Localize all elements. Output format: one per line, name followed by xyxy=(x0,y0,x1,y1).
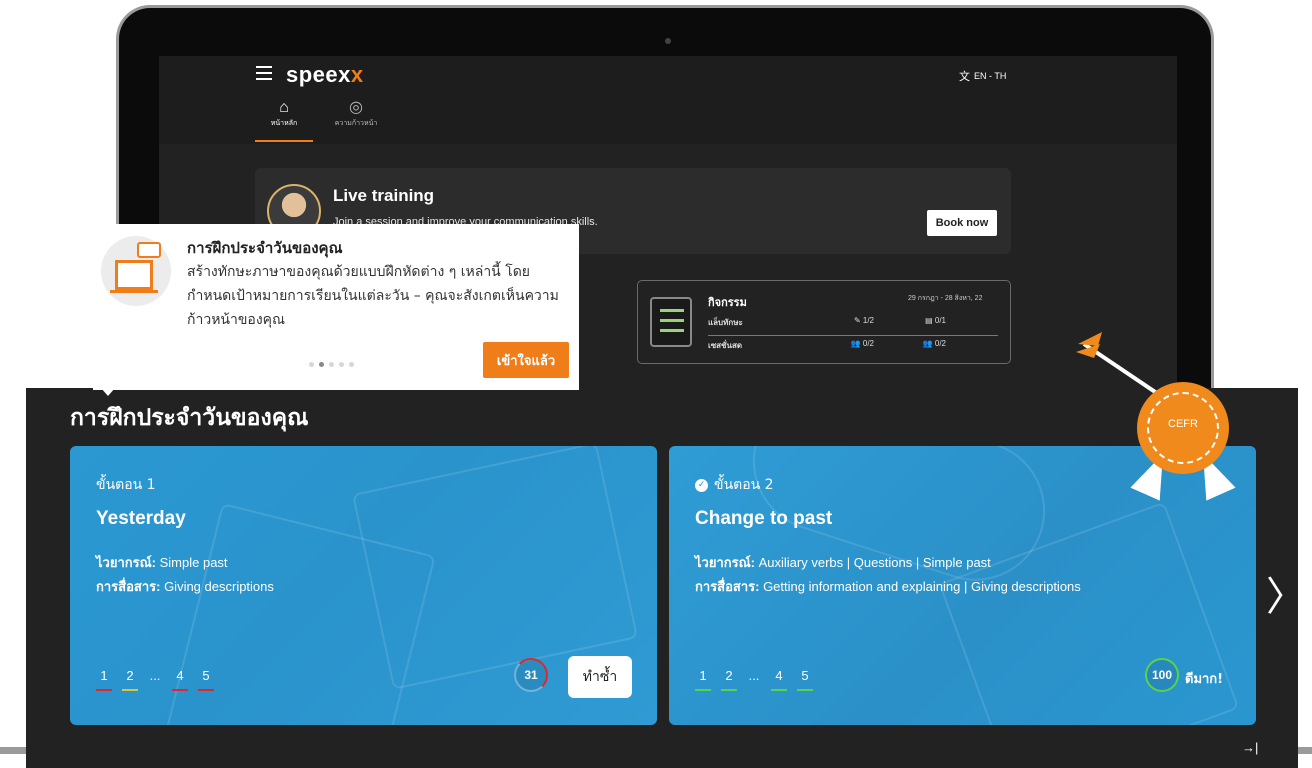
pagination-dot[interactable] xyxy=(349,362,354,367)
activity-title: กิจกรรม xyxy=(708,297,747,309)
step-indicator[interactable]: 2 xyxy=(721,668,737,691)
tooltip-pointer xyxy=(101,388,115,396)
tooltip-pagination xyxy=(309,362,354,367)
redo-button[interactable]: ทำซ้ำ xyxy=(568,656,632,698)
got-it-button[interactable]: เข้าใจแล้ว xyxy=(483,342,569,378)
communication-label: การสื่อสาร: xyxy=(96,579,161,594)
app-header: speexx 文 EN - TH xyxy=(159,56,1177,92)
check-icon: ✓ xyxy=(695,478,708,492)
live-training-title: Live training xyxy=(333,186,435,205)
collapse-icon[interactable]: →| xyxy=(1242,740,1258,755)
grammar-value: Auxiliary verbs | Questions | Simple pas… xyxy=(755,555,991,570)
practice-card-step-1[interactable]: ขั้นตอน 1 Yesterday ไวยากรณ์: Simple pas… xyxy=(70,446,657,725)
pagination-dot[interactable] xyxy=(309,362,314,367)
communication-value: Giving descriptions xyxy=(160,579,274,594)
cefr-badge: CEFR xyxy=(1137,382,1229,474)
laptop-base-left xyxy=(0,747,26,754)
cefr-badge-label: CEFR xyxy=(1168,418,1198,430)
tab-home-label: หน้าหลัก xyxy=(270,120,298,127)
step-indicators: 1 2 ... 4 5 xyxy=(96,668,214,691)
step-indicator[interactable]: 5 xyxy=(797,668,813,691)
card-communication: การสื่อสาร: Getting information and expl… xyxy=(695,576,1081,597)
daily-practice-panel: การฝึกประจำวันของคุณ ขั้นตอน 1 Yesterday… xyxy=(26,388,1306,768)
tab-progress[interactable]: ◎ ความก้าวหน้า xyxy=(327,98,385,142)
language-label: EN - TH xyxy=(974,71,1007,81)
arrow-fletching-icon xyxy=(1076,332,1102,358)
grammar-label: ไวยากรณ์: xyxy=(695,555,755,570)
panel-title: การฝึกประจำวันของคุณ xyxy=(70,405,309,431)
result-label: ดีมาก! xyxy=(1185,672,1224,687)
checklist-icon xyxy=(650,297,692,347)
home-icon: ⌂ xyxy=(279,99,289,116)
communication-label: การสื่อสาร: xyxy=(695,579,760,594)
step-indicator[interactable]: 2 xyxy=(122,668,138,691)
activity-row-skill-lab: แล็บทักษะ ✎ 1/2 ▤ 0/1 xyxy=(708,316,998,336)
tab-home[interactable]: ⌂ หน้าหลัก xyxy=(255,98,313,142)
activity-row-live-session: เซสชั่นสด 👥 0/2 👥 0/2 xyxy=(708,339,998,352)
step-ellipsis: ... xyxy=(149,668,161,683)
score-ring: 31 xyxy=(514,658,548,692)
activity-date-range: 29 กรกฎา - 28 สิงหา, 22 xyxy=(908,295,983,302)
laptop-base-right xyxy=(1298,747,1312,754)
activity-row-value: 👥 0/2 xyxy=(850,339,874,348)
step-indicator[interactable]: 4 xyxy=(172,668,188,691)
next-arrow-icon[interactable]: 〉 xyxy=(1266,564,1306,622)
card-title: Yesterday xyxy=(96,508,186,529)
tooltip-title: การฝึกประจำวันของคุณ xyxy=(187,240,343,257)
card-communication: การสื่อสาร: Giving descriptions xyxy=(96,576,274,597)
pagination-dot-active[interactable] xyxy=(319,362,324,367)
grammar-value: Simple past xyxy=(156,555,228,570)
grammar-label: ไวยากรณ์: xyxy=(96,555,156,570)
card-title: Change to past xyxy=(695,508,833,529)
card-step-text: ขั้นตอน 2 xyxy=(714,477,774,493)
card-step-text: ขั้นตอน 1 xyxy=(96,477,156,493)
training-icon xyxy=(101,236,171,306)
step-indicator[interactable]: 5 xyxy=(198,668,214,691)
card-grammar: ไวยากรณ์: Auxiliary verbs | Questions | … xyxy=(695,552,991,573)
activity-row-value: 👥 0/2 xyxy=(922,339,946,348)
activity-card[interactable]: กิจกรรม 29 กรกฎา - 28 สิงหา, 22 แล็บทักษ… xyxy=(637,280,1011,364)
card-step-label: ขั้นตอน 1 xyxy=(96,474,156,496)
pagination-dot[interactable] xyxy=(329,362,334,367)
translate-icon: 文 xyxy=(959,71,970,83)
camera-dot xyxy=(665,38,671,44)
card-grammar: ไวยากรณ์: Simple past xyxy=(96,552,228,573)
onboarding-tooltip: การฝึกประจำวันของคุณ สร้างทักษะภาษาของคุ… xyxy=(93,224,579,396)
practice-card-step-2[interactable]: ✓ ขั้นตอน 2 Change to past ไวยากรณ์: Aux… xyxy=(669,446,1256,725)
communication-value: Getting information and explaining | Giv… xyxy=(759,579,1081,594)
step-indicator[interactable]: 1 xyxy=(695,668,711,691)
progress-icon: ◎ xyxy=(349,99,363,116)
step-indicators: 1 2 ... 4 5 xyxy=(695,668,813,691)
step-ellipsis: ... xyxy=(748,668,760,683)
tab-progress-label: ความก้าวหน้า xyxy=(334,120,378,127)
step-indicator[interactable]: 4 xyxy=(771,668,787,691)
activity-row-label: แล็บทักษะ xyxy=(708,318,743,327)
score-ring: 100 xyxy=(1145,658,1179,692)
card-step-label: ✓ ขั้นตอน 2 xyxy=(695,474,774,496)
main-nav: ⌂ หน้าหลัก ◎ ความก้าวหน้า xyxy=(159,92,1177,144)
step-indicator[interactable]: 1 xyxy=(96,668,112,691)
activity-row-value: ✎ 1/2 xyxy=(853,316,874,325)
tooltip-body: สร้างทักษะภาษาของคุณด้วยแบบฝึกหัดต่าง ๆ … xyxy=(187,264,559,328)
speexx-logo: speexx xyxy=(286,62,364,87)
pagination-dot[interactable] xyxy=(339,362,344,367)
menu-icon[interactable] xyxy=(256,66,272,80)
book-now-button[interactable]: Book now xyxy=(927,210,997,236)
language-switcher[interactable]: 文 EN - TH xyxy=(959,68,1006,84)
activity-row-value: ▤ 0/1 xyxy=(925,316,946,325)
activity-row-label: เซสชั่นสด xyxy=(708,341,743,350)
